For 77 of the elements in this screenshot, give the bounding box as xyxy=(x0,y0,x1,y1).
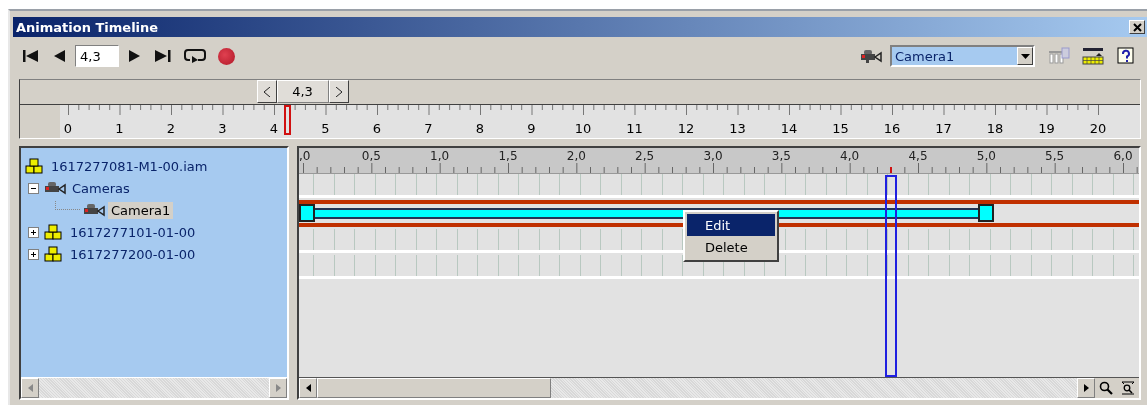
ruler-label: 2,0 xyxy=(565,149,587,163)
expand-toggle[interactable] xyxy=(28,248,39,260)
ruler-label: 7 xyxy=(423,121,434,136)
scrollbar[interactable] xyxy=(21,377,287,398)
close-button[interactable] xyxy=(1129,20,1145,34)
window-title: Animation Timeline xyxy=(16,19,159,35)
ruler-label: 5 xyxy=(320,121,331,136)
ruler-label: 0 xyxy=(62,121,74,136)
ruler-label: 1,5 xyxy=(497,149,519,163)
ruler-label: 6,0 xyxy=(1112,149,1134,163)
right-arrow-icon xyxy=(1083,384,1089,392)
menu-item[interactable]: Edit xyxy=(687,214,775,236)
ruler-label: 4 xyxy=(268,121,280,136)
caret-icon xyxy=(1020,53,1030,59)
tree-item[interactable]: Cameras xyxy=(69,179,133,197)
loop-button[interactable] xyxy=(181,46,209,66)
ruler-label: 0,5 xyxy=(360,149,382,163)
ruler-label: 1 xyxy=(114,121,125,136)
expand-toggle[interactable] xyxy=(28,182,39,194)
right-arrow-icon xyxy=(275,384,281,392)
ruler-label: 3,0 xyxy=(702,149,724,163)
ruler-label: 2,5 xyxy=(634,149,656,163)
ruler-label: 6 xyxy=(371,121,383,136)
ruler-label: 8 xyxy=(474,121,486,136)
left-chevron-icon xyxy=(262,86,271,97)
camera-icon xyxy=(83,203,105,217)
ruler-label: 15 xyxy=(831,121,850,136)
left-arrow-icon xyxy=(305,384,311,392)
ruler-label: 4,5 xyxy=(907,149,929,163)
left-arrow-icon xyxy=(27,384,33,392)
ruler-label: 14 xyxy=(779,121,799,136)
ruler-label: 5,0 xyxy=(975,149,997,163)
step-forward-button[interactable] xyxy=(328,80,349,103)
time-cursor[interactable] xyxy=(884,175,897,377)
ruler-label: 12 xyxy=(676,121,696,136)
camera-dropdown[interactable]: Camera1 xyxy=(890,45,1035,67)
playhead-tick xyxy=(889,167,892,173)
ruler-label: 13 xyxy=(728,121,747,136)
ruler-label: 3,5 xyxy=(770,149,792,163)
ruler-label: 17 xyxy=(934,121,953,136)
camera-icon xyxy=(860,49,882,63)
ruler-label: 19 xyxy=(1037,121,1056,136)
ruler-label: 18 xyxy=(985,121,1005,136)
keyframe[interactable] xyxy=(299,204,315,222)
plus-icon xyxy=(29,249,38,259)
tree-item[interactable]: 1617277081-M1-00.iam xyxy=(48,157,211,175)
right-chevron-icon xyxy=(334,86,343,97)
current-time: 4,3 xyxy=(276,80,329,103)
expand-toggle[interactable] xyxy=(28,226,39,238)
ruler-label: 5,5 xyxy=(1044,149,1066,163)
scrollbar[interactable] xyxy=(299,378,1095,398)
ruler-label: 2 xyxy=(165,121,177,136)
ruler-label: 10 xyxy=(573,121,593,136)
assembly-icon xyxy=(25,158,45,174)
ruler-label: 4,0 xyxy=(839,149,861,163)
assembly-icon xyxy=(44,246,64,262)
plus-icon xyxy=(29,227,38,237)
tree-item[interactable]: 1617277200-01-00 xyxy=(67,245,199,263)
ruler-label: ,0 xyxy=(299,149,311,163)
tree-item[interactable]: Camera1 xyxy=(108,201,174,219)
tree-item[interactable]: 1617277101-01-00 xyxy=(67,223,199,241)
ruler-label: 1,0 xyxy=(429,149,451,163)
ruler-label: 20 xyxy=(1088,121,1108,136)
grid-icon[interactable] xyxy=(1079,45,1107,67)
time-field[interactable]: 4,3 xyxy=(75,45,119,67)
step-back-button[interactable] xyxy=(256,80,277,103)
time-marker[interactable] xyxy=(284,105,292,135)
assembly-icon xyxy=(44,224,64,240)
ruler-label: 16 xyxy=(882,121,902,136)
ruler-label: 11 xyxy=(625,121,644,136)
ruler-label: 3 xyxy=(217,121,228,136)
zoom-icon[interactable] xyxy=(1095,378,1117,398)
camera-icon xyxy=(44,181,66,195)
keyframe[interactable] xyxy=(978,204,995,222)
zoom-fit-icon[interactable] xyxy=(1117,378,1139,398)
ruler-label: 9 xyxy=(526,121,537,136)
menu-item[interactable]: Delete xyxy=(687,236,775,258)
